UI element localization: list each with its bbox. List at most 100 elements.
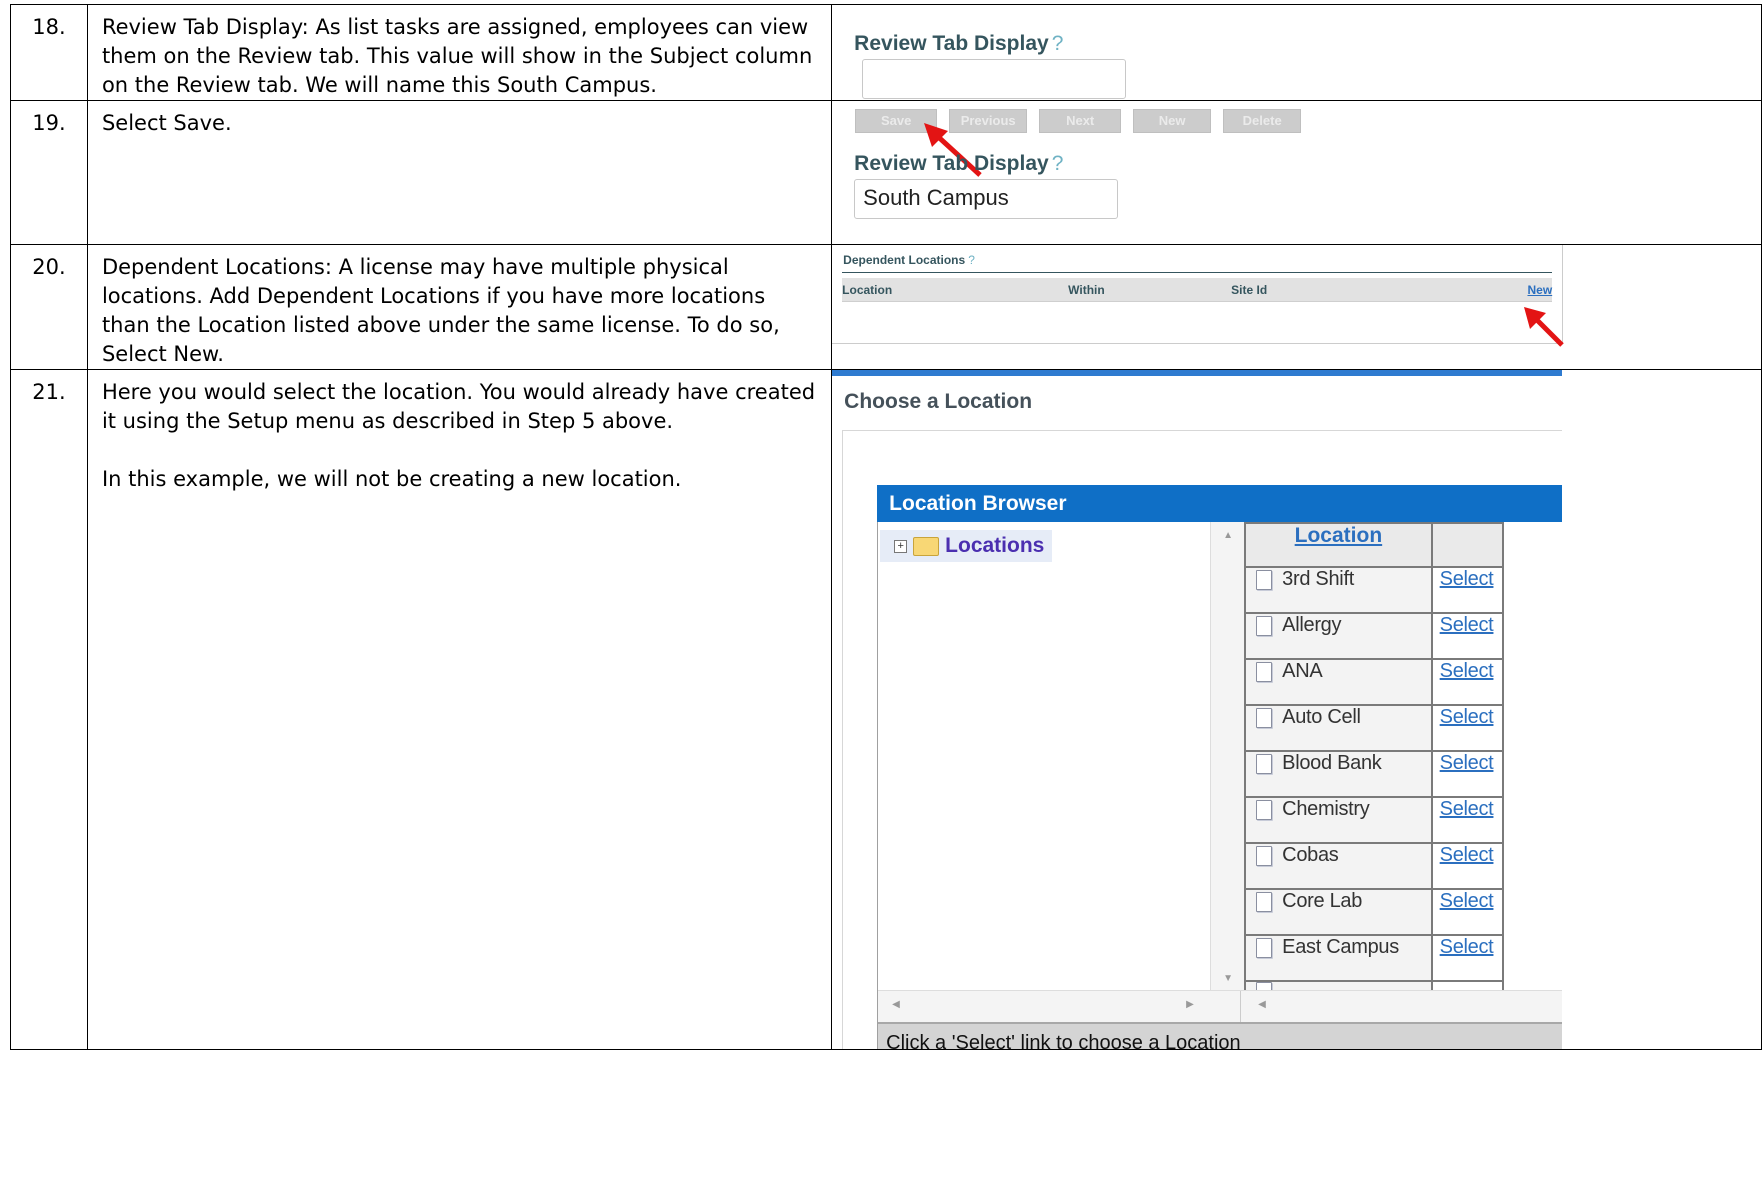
document-icon	[1256, 707, 1273, 728]
table-row: Blood Bank Select	[1244, 750, 1505, 798]
status-bar: Click a 'Select' link to choose a Locati…	[878, 1022, 1563, 1049]
document-icon	[1256, 891, 1273, 912]
table-row: Chemistry Select	[1244, 796, 1505, 844]
select-link[interactable]: Select	[1433, 890, 1494, 912]
table-row: Allergy Select	[1244, 612, 1505, 660]
document-icon	[1256, 937, 1273, 958]
table-row: Auto Cell Select	[1244, 704, 1505, 752]
location-grid: Location 3rd Shift Select Allergy Select	[1244, 522, 1505, 990]
review-tab-display-input[interactable]: South Campus	[854, 179, 1119, 219]
expand-icon[interactable]: +	[894, 539, 908, 553]
dependent-locations-panel: Dependent Locations? Location Within Sit…	[832, 245, 1564, 344]
step-number: 19.	[10, 100, 88, 245]
location-column-header[interactable]: Location	[1244, 522, 1433, 568]
location-cell: East Campus	[1246, 936, 1430, 959]
table-row-partial	[1244, 980, 1505, 990]
section-title-text: Dependent Locations	[843, 253, 966, 267]
help-icon[interactable]: ?	[1052, 32, 1064, 55]
location-cell: Cobas	[1246, 844, 1430, 867]
location-name: Core Lab	[1282, 890, 1363, 912]
step-description: Select Save.	[86, 100, 833, 245]
select-link[interactable]: Select	[1433, 706, 1494, 728]
choose-location-dialog: Choose a Location Location Browser + Loc…	[832, 370, 1563, 1049]
review-tab-display-input[interactable]	[862, 59, 1127, 99]
step-number: 18.	[10, 4, 88, 101]
step-text: Select Save.	[101, 111, 232, 135]
dialog-border	[842, 430, 844, 1049]
select-link[interactable]: Select	[1433, 614, 1494, 636]
document-icon	[1256, 753, 1273, 774]
screenshot-choose-location: Choose a Location Location Browser + Loc…	[831, 369, 1762, 1050]
document-icon	[1256, 982, 1273, 990]
step-text-2: In this example, we will not be creating…	[101, 467, 682, 491]
grid-header-row: Location	[1244, 522, 1505, 568]
dialog-title: Choose a Location	[844, 390, 1033, 413]
select-link[interactable]: Select	[1433, 798, 1494, 820]
scroll-up-icon[interactable]: ▲	[1223, 530, 1233, 541]
select-link[interactable]: Select	[1433, 936, 1494, 958]
location-cell: ANA	[1246, 660, 1430, 683]
section-title: Dependent Locations?	[843, 253, 975, 267]
location-cell: Auto Cell	[1246, 706, 1430, 729]
field-label: Review Tab Display?	[854, 152, 1063, 176]
help-icon[interactable]: ?	[1052, 152, 1064, 175]
delete-button[interactable]: Delete	[1223, 109, 1302, 133]
location-name: East Campus	[1282, 936, 1399, 958]
instruction-table: 18. Review Tab Display: As list tasks ar…	[10, 4, 1762, 1050]
location-name: Cobas	[1282, 844, 1339, 866]
field-label-text: Review Tab Display	[854, 32, 1049, 55]
step-description: Review Tab Display: As list tasks are as…	[86, 4, 833, 101]
location-tree: + Locations	[880, 530, 1208, 562]
screenshot-save-toolbar: Save Previous Next New Delete Review Tab…	[831, 100, 1762, 245]
table-row: East Campus Select	[1244, 934, 1505, 982]
location-name: Allergy	[1282, 614, 1342, 636]
scroll-down-icon[interactable]: ▼	[1223, 973, 1233, 984]
document-icon	[1256, 661, 1273, 682]
document-icon	[1256, 845, 1273, 866]
scroll-left-icon[interactable]: ◀	[892, 999, 900, 1010]
location-cell: Blood Bank	[1246, 752, 1430, 775]
help-icon[interactable]: ?	[968, 253, 975, 267]
dialog-top-bar	[832, 370, 1563, 376]
location-browser-body: + Locations ▲ ▼ Location 3rd Shift Selec…	[877, 522, 1563, 1049]
vertical-scrollbar[interactable]: ▲ ▼	[1210, 522, 1246, 990]
divider	[1240, 991, 1242, 1023]
select-link[interactable]: Select	[1433, 844, 1494, 866]
divider	[842, 430, 1563, 431]
screenshot-dependent-locations: Dependent Locations? Location Within Sit…	[831, 244, 1762, 370]
tree-node-locations[interactable]: + Locations	[880, 530, 1053, 562]
location-cell: 3rd Shift	[1246, 568, 1430, 591]
location-cell: Chemistry	[1246, 798, 1430, 821]
step-text: Here you would select the location. You …	[101, 380, 816, 433]
new-link[interactable]: New	[1527, 283, 1552, 297]
step-number: 20.	[10, 244, 88, 370]
document-icon	[1256, 569, 1273, 590]
table-row: 3rd Shift Select	[1244, 566, 1505, 614]
select-column-header	[1430, 522, 1505, 568]
table-header: Location Within Site Id New	[842, 278, 1553, 302]
location-cell: Core Lab	[1246, 890, 1430, 913]
folder-icon	[913, 536, 940, 556]
location-cell	[1246, 982, 1430, 990]
location-browser-header: Location Browser	[877, 485, 1563, 522]
step-row-19: 19. Select Save. Save Previous Next New …	[10, 100, 1762, 245]
table-row: Core Lab Select	[1244, 888, 1505, 936]
scroll-left-icon[interactable]: ◀	[1258, 999, 1266, 1010]
new-button[interactable]: New	[1133, 109, 1212, 133]
scroll-right-icon[interactable]: ▶	[1186, 999, 1194, 1010]
step-row-18: 18. Review Tab Display: As list tasks ar…	[10, 4, 1762, 101]
location-cell: Allergy	[1246, 614, 1430, 637]
step-number: 21.	[10, 369, 88, 1050]
select-link[interactable]: Select	[1433, 752, 1494, 774]
location-name: ANA	[1282, 660, 1323, 682]
field-label-text: Review Tab Display	[854, 152, 1049, 175]
select-link[interactable]: Select	[1433, 568, 1494, 590]
divider	[842, 272, 1553, 273]
select-link[interactable]: Select	[1433, 660, 1494, 682]
next-button[interactable]: Next	[1039, 109, 1122, 133]
location-name: Auto Cell	[1282, 706, 1361, 728]
location-name: Blood Bank	[1282, 752, 1382, 774]
tree-node-label: Locations	[945, 534, 1045, 557]
horizontal-scrollbar[interactable]: ◀ ▶ ◀	[878, 990, 1563, 1023]
step-description: Dependent Locations: A license may have …	[86, 244, 833, 370]
